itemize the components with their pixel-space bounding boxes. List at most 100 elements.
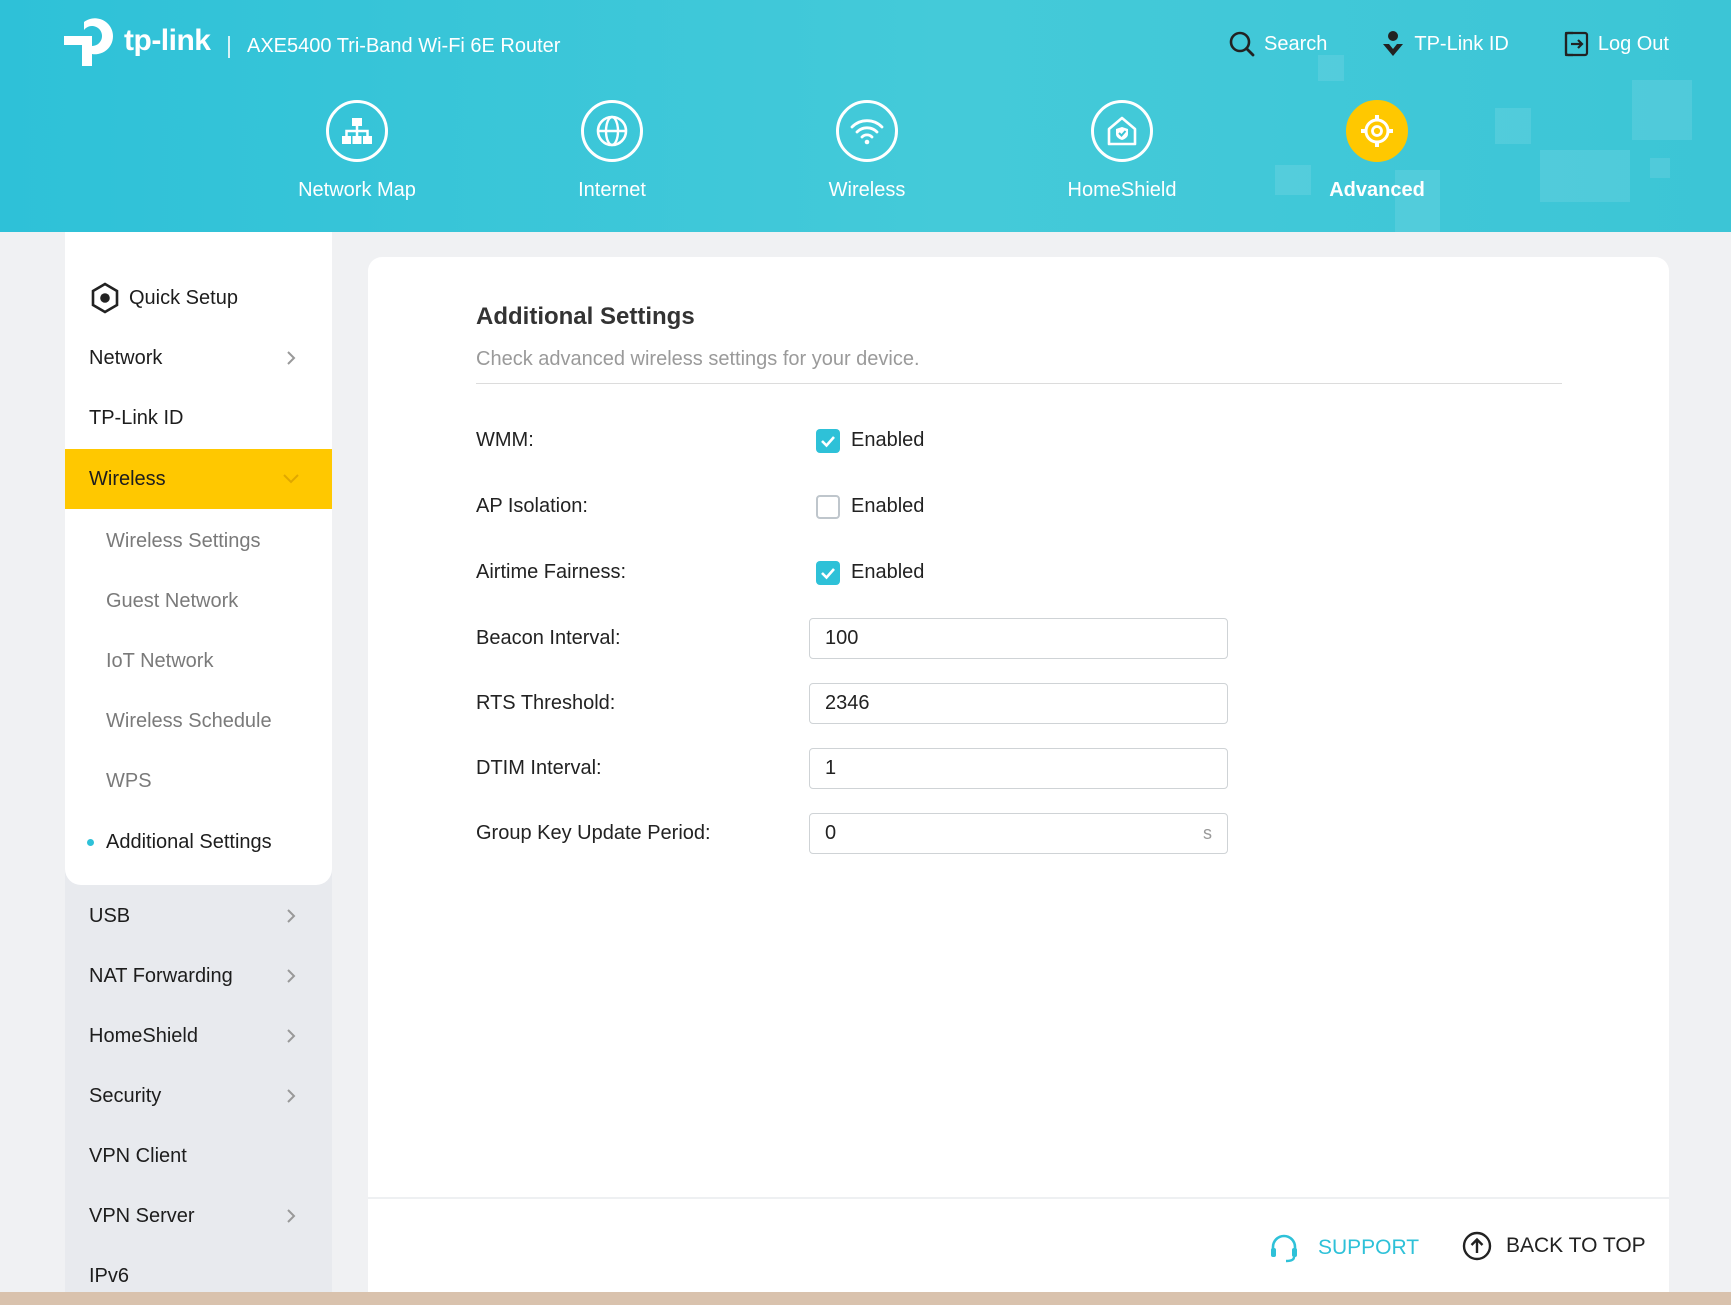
airtime-fairness-label: Airtime Fairness: — [476, 561, 627, 583]
sidebar-item-network[interactable]: Network — [65, 328, 332, 388]
sidebar-item-ipv6[interactable]: IPv6 — [65, 1246, 332, 1292]
decoration — [1495, 108, 1531, 144]
support-label: SUPPORT — [1318, 1236, 1420, 1259]
beacon-interval-field[interactable] — [809, 618, 1228, 659]
seconds-unit: s — [1203, 823, 1212, 843]
dtim-interval-field[interactable] — [809, 748, 1228, 789]
sidebar-item-vpn-client[interactable]: VPN Client — [65, 1126, 332, 1186]
airtime-fairness-option-label: Enabled — [851, 561, 925, 583]
globe-icon — [581, 100, 643, 162]
search-icon — [1229, 31, 1255, 57]
sidebar-item-quick-setup[interactable]: Quick Setup — [65, 268, 332, 328]
nav-internet[interactable]: Internet — [502, 100, 722, 202]
router-model: AXE5400 Tri-Band Wi-Fi 6E Router — [247, 35, 561, 57]
sidebar-item-label: VPN Client — [89, 1144, 187, 1167]
search-link[interactable]: Search — [1229, 31, 1327, 57]
sidebar-subitem-wireless-schedule[interactable]: Wireless Schedule — [65, 691, 332, 751]
nav-label: Wireless — [828, 179, 906, 201]
back-to-top-link[interactable]: BACK TO TOP — [1462, 1231, 1646, 1261]
wmm-option-label: Enabled — [851, 429, 925, 451]
sidebar-item-label: NAT Forwarding — [89, 964, 233, 987]
chevron-right-icon — [287, 1029, 296, 1043]
back-to-top-label: BACK TO TOP — [1506, 1234, 1646, 1257]
network-map-icon — [326, 100, 388, 162]
nav-network-map[interactable]: Network Map — [247, 100, 467, 202]
beacon-interval-input[interactable] — [825, 627, 1185, 650]
taskbar-edge — [0, 1292, 1731, 1305]
support-link[interactable]: SUPPORT — [1268, 1232, 1419, 1264]
group-key-update-period-label: Group Key Update Period: — [476, 822, 711, 844]
top-header: tp-link AXE5400 Tri-Band Wi-Fi 6E Router… — [0, 0, 1731, 232]
page-title: Additional Settings — [476, 303, 695, 330]
wifi-icon — [836, 100, 898, 162]
sidebar-subitem-label: Guest Network — [106, 589, 239, 612]
tp-link-logo-icon — [64, 18, 113, 66]
sidebar-item-usb[interactable]: USB — [65, 886, 332, 946]
dtim-interval-label: DTIM Interval: — [476, 757, 602, 779]
tplink-id-link[interactable]: TP-Link ID — [1381, 30, 1509, 58]
sidebar-item-label: Quick Setup — [129, 286, 238, 309]
rts-threshold-input[interactable] — [825, 692, 1185, 715]
chevron-right-icon — [287, 351, 296, 365]
nav-homeshield[interactable]: HomeShield — [1012, 100, 1232, 202]
sidebar-subitem-wps[interactable]: WPS — [65, 751, 332, 811]
group-key-update-period-input[interactable] — [825, 822, 1185, 845]
tp-link-logo[interactable]: tp-link — [62, 14, 211, 68]
arrow-up-circle-icon — [1462, 1231, 1492, 1261]
sidebar-item-security[interactable]: Security — [65, 1066, 332, 1126]
chevron-right-icon — [287, 969, 296, 983]
sidebar-item-vpn-server[interactable]: VPN Server — [65, 1186, 332, 1246]
group-key-update-period-field[interactable]: s — [809, 813, 1228, 854]
sidebar-subitem-label: Wireless Settings — [106, 529, 261, 552]
sidebar-item-label: IPv6 — [89, 1264, 130, 1287]
checkmark-icon — [821, 568, 835, 580]
nav-wireless[interactable]: Wireless — [757, 100, 977, 202]
homeshield-icon — [1091, 100, 1153, 162]
sidebar-subitem-guest-network[interactable]: Guest Network — [65, 571, 332, 631]
active-indicator-dot — [87, 838, 94, 846]
sidebar-item-label: HomeShield — [89, 1024, 198, 1047]
chevron-right-icon — [287, 1089, 296, 1103]
sidebar-item-nat-forwarding[interactable]: NAT Forwarding — [65, 946, 332, 1006]
sidebar: Quick Setup Network TP-Link ID Wireless … — [65, 232, 332, 1292]
ap-isolation-checkbox[interactable] — [816, 495, 840, 519]
logo-text: tp-link — [124, 24, 211, 57]
tplink-id-label: TP-Link ID — [1414, 32, 1509, 55]
ap-isolation-label: AP Isolation: — [476, 495, 588, 517]
logout-link[interactable]: Log Out — [1563, 31, 1669, 57]
ap-isolation-option-label: Enabled — [851, 495, 925, 517]
page-subtitle: Check advanced wireless settings for you… — [476, 348, 920, 370]
sidebar-item-homeshield[interactable]: HomeShield — [65, 1006, 332, 1066]
quick-setup-gear-icon — [91, 282, 119, 314]
sidebar-item-wireless[interactable]: Wireless — [65, 449, 332, 509]
decoration — [1650, 158, 1670, 178]
sidebar-subitem-label: Additional Settings — [106, 830, 272, 853]
sidebar-subitem-iot-network[interactable]: IoT Network — [65, 631, 332, 691]
checkmark-icon — [821, 436, 835, 448]
search-label: Search — [1263, 32, 1328, 55]
footer-divider — [368, 1197, 1669, 1199]
chevron-right-icon — [287, 1209, 296, 1223]
sidebar-item-label: USB — [89, 904, 131, 927]
sidebar-subitem-additional-settings[interactable]: Additional Settings — [65, 812, 332, 872]
dtim-interval-input[interactable] — [825, 757, 1185, 780]
nav-advanced[interactable]: Advanced — [1267, 100, 1487, 202]
nav-label: Internet — [578, 179, 646, 201]
nav-label: Advanced — [1329, 179, 1425, 201]
tplink-id-icon — [1383, 31, 1404, 56]
chevron-down-icon — [283, 474, 299, 484]
title-divider — [476, 383, 1562, 384]
rts-threshold-field[interactable] — [809, 683, 1228, 724]
decoration — [1632, 80, 1692, 140]
wmm-checkbox[interactable] — [816, 429, 840, 453]
header-separator — [228, 36, 230, 58]
sidebar-subitem-wireless-settings[interactable]: Wireless Settings — [65, 511, 332, 571]
sidebar-item-tplink-id[interactable]: TP-Link ID — [65, 388, 332, 448]
logout-label: Log Out — [1597, 32, 1669, 55]
content-panel: Additional Settings Check advanced wirel… — [368, 257, 1669, 1292]
decoration — [1318, 55, 1344, 81]
decoration — [1540, 150, 1630, 202]
sidebar-subitem-label: WPS — [106, 769, 152, 792]
airtime-fairness-checkbox[interactable] — [816, 561, 840, 585]
wmm-label: WMM: — [476, 429, 534, 451]
